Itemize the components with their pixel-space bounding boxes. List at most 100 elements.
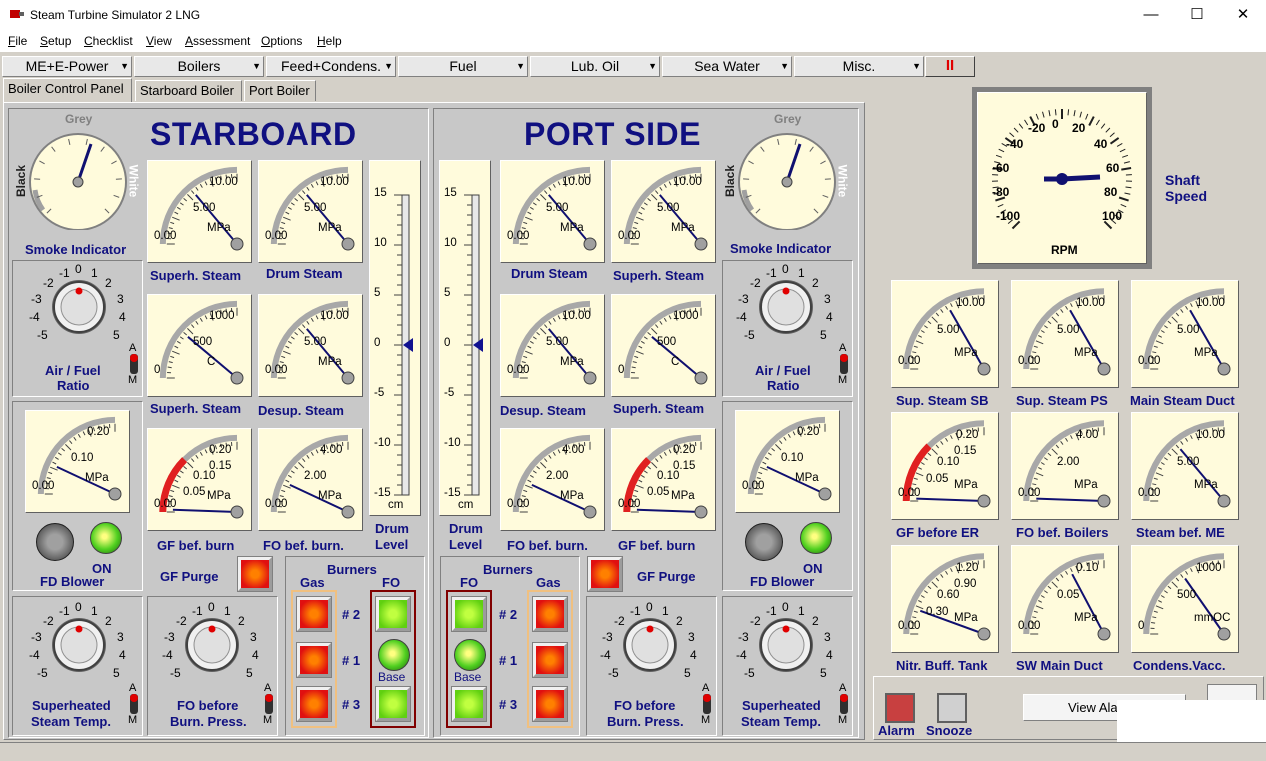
gauge-tick <box>544 324 548 329</box>
gauge-tick <box>1153 477 1158 480</box>
am-lever[interactable] <box>703 694 711 714</box>
smoke-dial <box>29 133 127 231</box>
starboard-gas-burner-1-button[interactable] <box>297 643 331 677</box>
gauge-tick-label: 0.10 <box>937 456 960 468</box>
button-face <box>241 560 269 588</box>
smoke-dial <box>738 133 836 231</box>
am-lever[interactable] <box>130 694 138 714</box>
starboard-gas-burner-3-button[interactable] <box>297 687 331 721</box>
gauge-tick <box>544 190 548 195</box>
gauge-tick <box>643 336 648 340</box>
shaft-tick-label: -100 <box>996 209 1021 223</box>
gauge-unit: MPa <box>560 490 584 502</box>
gauge-tick <box>651 462 658 469</box>
starboard-gas-burner-2-button[interactable] <box>297 597 331 631</box>
gauge-tick <box>1033 345 1038 348</box>
starboard-fo-burner-2-button[interactable] <box>376 597 410 631</box>
gauge-tick <box>532 470 537 474</box>
gauge-tick <box>945 305 949 310</box>
gauge-tick <box>1175 444 1180 449</box>
alarm-lamp[interactable] <box>885 693 915 723</box>
knob-tick-label: 1 <box>224 604 231 618</box>
gauge-tick <box>57 452 62 456</box>
port-gas-burner-2-button[interactable] <box>533 597 567 631</box>
port-sh-temp-knob[interactable]: -1 0 1 -2 2 -3 3 -4 4 -5 5 <box>726 600 846 690</box>
port-air-fuel-knob[interactable]: -1 0 1 -2 2 -3 3 -4 4 -5 5 <box>726 262 846 352</box>
gauge-unit: MPa <box>318 222 342 234</box>
starboard-gf-purge-button[interactable] <box>238 557 272 591</box>
port-fo-burner-2-button[interactable] <box>452 597 486 631</box>
gauge-tick <box>1040 330 1045 334</box>
gauge-tick <box>636 216 644 221</box>
knob-tick-label: 2 <box>105 276 112 290</box>
snooze-button[interactable] <box>937 693 967 723</box>
port-fo-burn-gauge: 0.00 2.00 4.00 MPa <box>500 428 605 531</box>
button-face <box>455 690 483 718</box>
gauge-hub <box>230 237 244 251</box>
gauge-tick <box>924 457 928 461</box>
port-fd-blower-switch[interactable] <box>745 523 783 561</box>
port-air-fuel-am-switch[interactable]: AM <box>837 342 851 388</box>
gauge-tick-label: 10.00 <box>209 176 238 188</box>
am-lever[interactable] <box>840 694 848 714</box>
gauge-tick <box>521 495 526 498</box>
am-label-m: M <box>128 714 138 726</box>
port-fo-press-knob[interactable]: -1 0 1 -2 2 -3 3 -4 4 -5 5 <box>590 600 710 690</box>
gauge-tick <box>540 194 547 201</box>
gauge-tick <box>540 328 547 335</box>
gauge-tick <box>287 206 292 210</box>
port-fo-press-am-switch[interactable]: AM <box>700 682 714 728</box>
gauge-tick <box>298 462 305 469</box>
gauge-tick <box>77 433 81 438</box>
gauge-tick <box>521 227 526 230</box>
port-gf-purge-button[interactable] <box>588 557 622 591</box>
am-lever[interactable] <box>840 354 848 374</box>
gauge-tick <box>187 194 194 201</box>
gauge-unit: MPa <box>1194 347 1218 359</box>
gauge-tick <box>168 495 173 498</box>
port-desup-steam-gauge: 0.00 5.00 10.00 MPa <box>500 294 605 397</box>
gauge-tick <box>632 495 637 498</box>
gauge-tick <box>659 454 663 459</box>
gauge-tick-label: 5.00 <box>937 324 960 336</box>
gauge-tick-label: 10.00 <box>320 310 349 322</box>
port-desup-steam-label: Desup. Steam <box>500 403 586 418</box>
shaft-tick <box>1048 110 1051 117</box>
am-label-a: A <box>129 682 137 694</box>
gauge-tick <box>935 312 940 317</box>
starboard-air-fuel-am-switch[interactable]: AM <box>127 342 141 388</box>
port-fo-burner-3-button[interactable] <box>452 687 486 721</box>
port-sh-temp-am-switch[interactable]: AM <box>837 682 851 728</box>
gauge-tick <box>779 440 783 445</box>
starboard-fo-press-knob[interactable]: -1 0 1 -2 2 -3 3 -4 4 -5 5 <box>152 600 272 690</box>
gauge-tick <box>1164 590 1168 594</box>
level-unit: cm <box>388 499 404 511</box>
starboard-air-fuel-knob[interactable]: -1 0 1 -2 2 -3 3 -4 4 -5 5 <box>19 262 139 352</box>
starboard-fd-blower-switch[interactable] <box>36 523 74 561</box>
gauge-tick <box>918 467 923 470</box>
am-lever[interactable] <box>265 694 273 714</box>
gauge-tick <box>283 350 291 355</box>
port-gas-burner-3-button[interactable] <box>533 687 567 721</box>
starboard-fo-press-am-switch[interactable]: AM <box>262 682 276 728</box>
level-unit: cm <box>458 499 474 511</box>
gauge-tick-label: 0.05 <box>183 486 206 498</box>
status-bar <box>0 742 1266 761</box>
gauge-tick <box>199 451 203 456</box>
shaft-speed-label2: Speed <box>1165 188 1208 204</box>
gauge-tick <box>1160 595 1165 599</box>
gauge-tick <box>302 458 306 463</box>
right-gauge-5: 0.00 5.00 10.00 MPa <box>1131 412 1239 520</box>
gauge-tick <box>1152 616 1157 619</box>
starboard-fo-burner-3-button[interactable] <box>376 687 410 721</box>
starboard-sh-temp-am-switch[interactable]: AM <box>127 682 141 728</box>
gauge-tick <box>540 462 547 469</box>
gauge-hub <box>341 371 355 385</box>
knob-tick-label: -3 <box>164 630 175 644</box>
am-lever[interactable] <box>130 354 138 374</box>
port-gas-burner-1-button[interactable] <box>533 643 567 677</box>
right-gauge-1: 0.00 5.00 10.00 MPa <box>1011 280 1119 388</box>
gauge-hub <box>341 505 355 519</box>
port-air-fuel-label2: Ratio <box>767 378 800 393</box>
starboard-sh-temp-knob[interactable]: -1 0 1 -2 2 -3 3 -4 4 -5 5 <box>19 600 139 690</box>
